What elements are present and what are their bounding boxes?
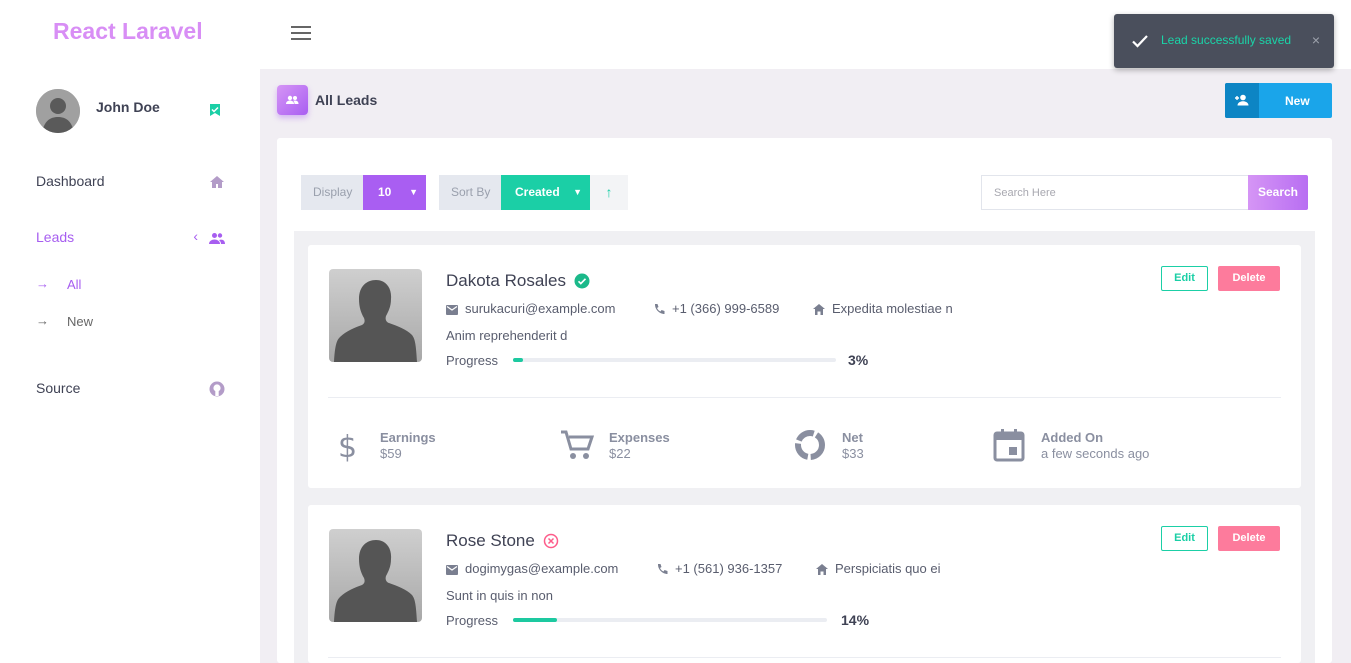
sidebar-item-leads[interactable]: Leads ‹ — [36, 228, 226, 248]
stat-value: a few seconds ago — [1041, 446, 1150, 461]
divider — [328, 657, 1281, 658]
home-icon — [816, 564, 828, 575]
stat-title: Net — [842, 430, 863, 445]
display-select-group: Display 10 ▼ — [301, 175, 426, 210]
avatar — [36, 89, 80, 133]
user-profile[interactable]: John Doe — [36, 89, 236, 133]
lead-phone: +1 (366) 999-6589 — [653, 301, 779, 316]
lead-description: Anim reprehenderit d — [446, 328, 568, 343]
add-user-icon — [1235, 94, 1249, 106]
sidebar-item-source[interactable]: Source — [36, 379, 226, 399]
lead-address: Perspiciatis quo ei — [816, 561, 941, 576]
user-name: John Doe — [96, 99, 160, 115]
lead-email[interactable]: surukacuri@example.com — [446, 301, 615, 316]
lead-phone: +1 (561) 936-1357 — [656, 561, 782, 576]
progress-bar — [513, 358, 836, 362]
arrow-right-icon: → — [36, 276, 49, 291]
sort-label: Sort By — [439, 175, 501, 210]
users-icon — [209, 233, 225, 244]
home-icon — [813, 304, 825, 315]
lead-photo — [329, 269, 422, 362]
close-icon[interactable]: × — [1312, 32, 1320, 48]
leads-page-icon — [277, 85, 308, 115]
progress-bar — [513, 618, 827, 622]
progress-label: Progress — [446, 353, 499, 368]
display-count-select[interactable]: 10 ▼ — [363, 175, 426, 210]
stat-title: Added On — [1041, 430, 1104, 445]
github-icon — [209, 381, 225, 397]
sidebar-item-label: Source — [36, 380, 81, 396]
verified-check-icon — [574, 273, 590, 289]
sidebar: React Laravel John Doe Dashboard Leads ‹… — [0, 0, 260, 663]
phone-icon — [655, 304, 665, 314]
sidebar-subitem-label: All — [67, 277, 82, 292]
new-lead-button[interactable]: New — [1225, 83, 1332, 118]
check-icon — [1132, 35, 1148, 48]
stat-value: $59 — [380, 446, 402, 461]
sidebar-item-dashboard[interactable]: Dashboard — [36, 172, 226, 192]
menu-toggle-icon[interactable] — [291, 26, 311, 42]
progress-label: Progress — [446, 613, 499, 628]
display-label: Display — [301, 175, 363, 210]
lead-name[interactable]: Rose Stone — [446, 531, 535, 551]
lead-card: Dakota Rosales surukacuri@example.com +1… — [308, 245, 1301, 488]
sidebar-subitem-label: New — [67, 314, 94, 329]
svg-text:$: $ — [338, 430, 357, 463]
stat-title: Earnings — [380, 430, 436, 445]
chevron-left-icon: ‹ — [193, 228, 198, 244]
sort-direction-button[interactable]: ↑ — [590, 175, 628, 210]
stat-value: $33 — [842, 446, 864, 461]
lead-email[interactable]: dogimygas@example.com — [446, 561, 618, 576]
lead-card: Rose Stone dogimygas@example.com +1 (561… — [308, 505, 1301, 663]
sidebar-item-label: Leads — [36, 229, 75, 245]
lead-photo — [329, 529, 422, 622]
arrow-right-icon: → — [36, 313, 49, 328]
pie-chart-icon — [795, 430, 825, 460]
progress-value: 14% — [841, 612, 870, 628]
unverified-x-icon — [543, 533, 559, 549]
stat-value: $22 — [609, 446, 631, 461]
phone-icon — [658, 564, 668, 574]
edit-button[interactable]: Edit — [1161, 266, 1208, 291]
calendar-icon — [993, 429, 1025, 462]
progress-fill — [513, 618, 557, 622]
page-title: All Leads — [315, 92, 378, 108]
cart-icon — [561, 430, 595, 459]
delete-button[interactable]: Delete — [1218, 266, 1280, 291]
sort-value: Created — [515, 185, 560, 199]
divider — [328, 397, 1281, 398]
lead-name[interactable]: Dakota Rosales — [446, 271, 566, 291]
mail-icon — [446, 305, 458, 315]
progress-fill — [513, 358, 523, 362]
verified-badge-icon — [210, 104, 220, 116]
delete-button[interactable]: Delete — [1218, 526, 1280, 551]
edit-button[interactable]: Edit — [1161, 526, 1208, 551]
search-input[interactable] — [981, 175, 1249, 210]
new-button-label: New — [1285, 94, 1310, 108]
caret-down-icon: ▼ — [573, 187, 582, 197]
sort-select-group: Sort By Created ▼ ↑ — [439, 175, 628, 210]
caret-down-icon: ▼ — [409, 187, 418, 197]
lead-description: Sunt in quis in non — [446, 588, 553, 603]
toast-message: Lead successfully saved — [1161, 33, 1292, 47]
sort-by-select[interactable]: Created ▼ — [501, 175, 590, 210]
sidebar-item-label: Dashboard — [36, 173, 105, 189]
stat-title: Expenses — [609, 430, 670, 445]
lead-address: Expedita molestiae n — [813, 301, 953, 316]
toast-notification: Lead successfully saved × — [1114, 14, 1334, 68]
search-button[interactable]: Search — [1248, 175, 1308, 210]
brand-logo[interactable]: React Laravel — [53, 18, 203, 45]
home-icon — [210, 176, 224, 188]
display-value: 10 — [378, 185, 392, 199]
dollar-icon: $ — [338, 430, 357, 463]
progress-value: 3% — [848, 352, 869, 368]
mail-icon — [446, 565, 458, 575]
